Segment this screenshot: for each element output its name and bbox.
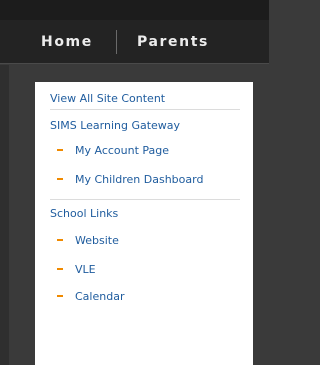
section-divider xyxy=(50,109,240,110)
link-label: VLE xyxy=(75,262,96,276)
page-frame: Home Parents View All Site Content SIMS … xyxy=(0,0,269,365)
top-strip xyxy=(0,0,269,20)
dash-bullet-icon xyxy=(57,149,63,151)
link-label: Website xyxy=(75,233,119,247)
section-divider xyxy=(50,199,240,200)
sims-learning-gateway-heading-link[interactable]: SIMS Learning Gateway xyxy=(50,119,180,132)
nav-parents-link[interactable]: Parents xyxy=(137,34,209,50)
dash-bullet-icon xyxy=(57,268,63,270)
dash-bullet-icon xyxy=(57,295,63,297)
top-navigation-bar: Home Parents xyxy=(0,20,269,64)
website-link[interactable]: Website xyxy=(57,233,119,247)
my-account-page-link[interactable]: My Account Page xyxy=(57,143,169,157)
quick-launch-panel: View All Site Content SIMS Learning Gate… xyxy=(35,82,253,365)
view-all-site-content-link[interactable]: View All Site Content xyxy=(50,92,165,105)
calendar-link[interactable]: Calendar xyxy=(57,289,124,303)
nav-home-link[interactable]: Home xyxy=(41,34,93,50)
school-links-heading-link[interactable]: School Links xyxy=(50,207,118,220)
nav-divider xyxy=(116,30,117,54)
left-gutter xyxy=(0,65,9,365)
my-children-dashboard-link[interactable]: My Children Dashboard xyxy=(57,172,203,186)
link-label: My Account Page xyxy=(75,143,170,157)
link-label: My Children Dashboard xyxy=(75,172,204,186)
link-label: Calendar xyxy=(75,289,125,303)
dash-bullet-icon xyxy=(57,239,63,241)
dash-bullet-icon xyxy=(57,178,63,180)
vle-link[interactable]: VLE xyxy=(57,262,96,276)
